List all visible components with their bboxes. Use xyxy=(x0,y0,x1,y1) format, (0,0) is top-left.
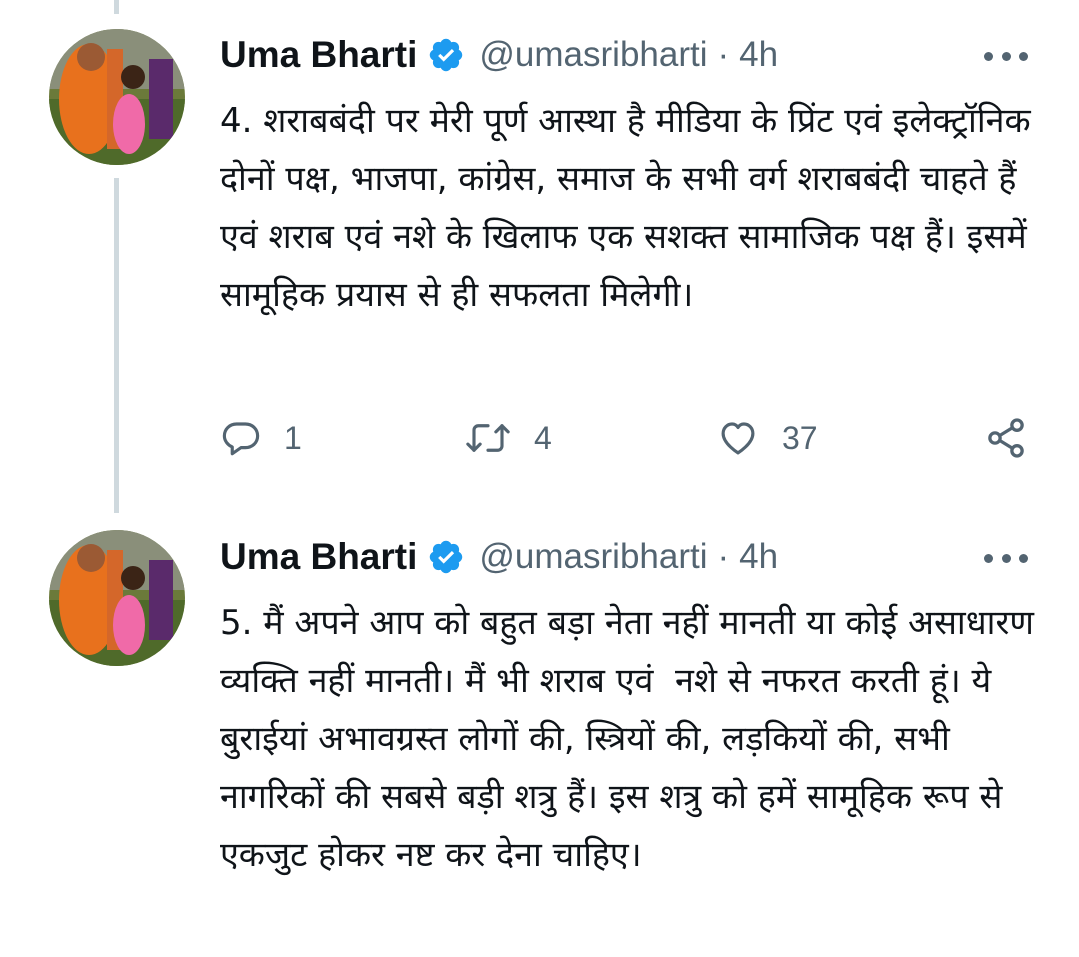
tweet-text: 4. शराबबंदी पर मेरी पूर्ण आस्था है मीडिय… xyxy=(220,101,1049,315)
tweet[interactable]: Uma Bharti @umasribharti · 4h 4. शराबबंद… xyxy=(0,0,1079,500)
author-handle[interactable]: @umasribharti xyxy=(479,537,707,577)
separator-dot: · xyxy=(717,537,730,576)
tweet[interactable]: Uma Bharti @umasribharti · 4h 5. मैं अपन… xyxy=(0,500,1079,957)
avatar[interactable] xyxy=(49,29,185,165)
reply-count: 1 xyxy=(284,419,302,456)
retweet-button[interactable]: 4 xyxy=(464,410,552,466)
author-name[interactable]: Uma Bharti xyxy=(220,536,417,578)
more-icon[interactable] xyxy=(984,548,1028,568)
tweet-time[interactable]: 4h xyxy=(739,537,778,577)
retweet-count: 4 xyxy=(534,419,552,456)
separator-dot: · xyxy=(717,35,730,74)
reply-icon xyxy=(222,422,260,456)
share-button[interactable] xyxy=(984,410,1028,466)
author-name[interactable]: Uma Bharti xyxy=(220,34,417,76)
tweet-actions: 1 4 37 xyxy=(220,410,1030,466)
tweet-header: Uma Bharti @umasribharti · 4h xyxy=(220,532,778,582)
tweet-time[interactable]: 4h xyxy=(739,35,778,75)
retweet-icon xyxy=(466,424,510,452)
heart-icon xyxy=(721,422,755,455)
verified-badge-icon xyxy=(430,540,463,574)
verified-badge-icon xyxy=(430,38,463,72)
tweet-text: 5. मैं अपने आप को बहुत बड़ा नेता नहीं मा… xyxy=(220,603,1045,875)
tweet-header: Uma Bharti @umasribharti · 4h xyxy=(220,30,778,80)
author-handle[interactable]: @umasribharti xyxy=(479,35,707,75)
avatar[interactable] xyxy=(49,530,185,666)
like-button[interactable]: 37 xyxy=(716,410,818,466)
share-icon xyxy=(988,418,1024,458)
reply-button[interactable]: 1 xyxy=(220,410,302,466)
like-count: 37 xyxy=(782,419,818,456)
more-icon[interactable] xyxy=(984,46,1028,66)
